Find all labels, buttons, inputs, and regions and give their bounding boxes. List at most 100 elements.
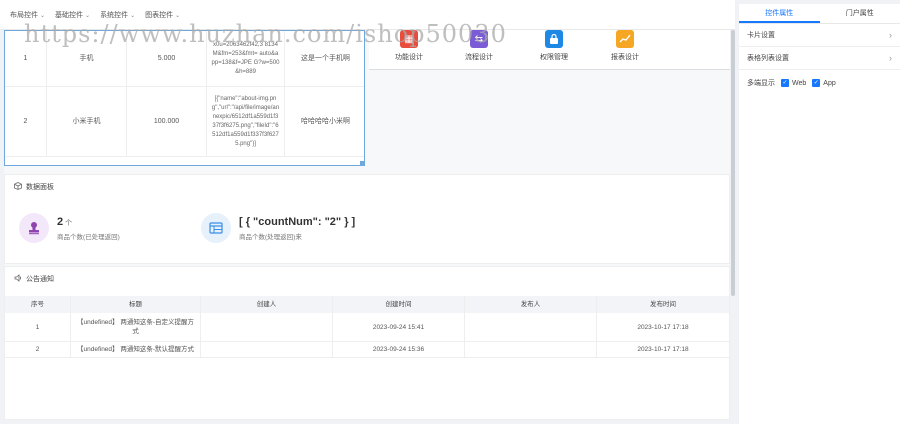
cube-icon bbox=[14, 182, 22, 192]
table-icon bbox=[201, 213, 231, 243]
row-index: 1 bbox=[5, 31, 47, 86]
table-row[interactable]: 2 【undefined】 两通知这条-默认提醒方式 2023-09-24 15… bbox=[5, 342, 729, 358]
platform-display: 多端显示 ✓ Web ✓ App bbox=[739, 70, 900, 96]
chevron-right-icon: › bbox=[889, 53, 892, 63]
menu-label: 布局控件 bbox=[10, 12, 38, 19]
quick-link-permission[interactable]: 权限管理 bbox=[524, 30, 584, 62]
property-tabs: 控件属性 门户属性 bbox=[739, 4, 900, 24]
design-canvas: 1 手机 5.000 x0u=2063462f42,3 8134M&fm=253… bbox=[4, 30, 730, 420]
quick-link-label: 功能设计 bbox=[395, 54, 423, 61]
menu-label: 图表控件 bbox=[145, 12, 174, 19]
column-header: 创建时间 bbox=[333, 296, 465, 313]
quick-link-report-design[interactable]: 报表设计 bbox=[595, 30, 655, 62]
chevron-right-icon: › bbox=[889, 30, 892, 40]
row-index: 2 bbox=[5, 342, 71, 357]
product-table[interactable]: 1 手机 5.000 x0u=2063462f42,3 8134M&fm=253… bbox=[4, 30, 365, 166]
menu-system-controls[interactable]: 系统控件 ⌄ bbox=[100, 10, 135, 20]
notice-publisher bbox=[465, 342, 597, 357]
stat-desc: 商品个数(处理返回)来 bbox=[239, 233, 302, 241]
stat-unit: 个 bbox=[65, 219, 73, 227]
table-row[interactable]: 1 【undefined】 两通知这条-自定义提醒方式 2023-09-24 1… bbox=[5, 313, 729, 342]
stat-value: [ { "countNum": "2" } ] bbox=[239, 215, 356, 228]
quick-link-flow-design[interactable]: ⇆ 流程设计 bbox=[449, 30, 509, 62]
column-header: 发布人 bbox=[465, 296, 597, 313]
chevron-down-icon: ⌄ bbox=[130, 12, 136, 19]
row-index: 2 bbox=[5, 87, 47, 156]
row-label: 表格列表设置 bbox=[747, 55, 789, 62]
notice-created: 2023-09-24 15:36 bbox=[333, 342, 465, 357]
card-settings-row[interactable]: 卡片设置 › bbox=[739, 24, 900, 47]
table-list-settings-row[interactable]: 表格列表设置 › bbox=[739, 47, 900, 70]
canvas-scrollbar[interactable] bbox=[731, 30, 735, 296]
platform-label: 多端显示 bbox=[747, 80, 775, 87]
check-icon: ✓ bbox=[812, 79, 821, 87]
product-desc: 哈哈哈哈小米啊 bbox=[301, 118, 350, 125]
stat-value: 2 bbox=[57, 215, 64, 228]
notice-title[interactable]: 【undefined】 两通知这条-自定义提醒方式 bbox=[71, 313, 201, 341]
check-icon: ✓ bbox=[781, 79, 789, 87]
panel-title-text: 公告通知 bbox=[26, 276, 54, 283]
panel-title: 数据面板 bbox=[14, 182, 54, 192]
stamp-icon bbox=[19, 213, 49, 243]
chevron-down-icon: ⌄ bbox=[85, 12, 91, 19]
notice-creator bbox=[201, 342, 333, 357]
control-menu: 布局控件 ⌄ 基础控件 ⌄ 系统控件 ⌄ 图表控件 ⌄ bbox=[10, 10, 180, 20]
column-header: 创建人 bbox=[201, 296, 333, 313]
web-checkbox[interactable]: ✓ Web bbox=[781, 79, 806, 87]
function-design-icon: ▦ bbox=[400, 30, 418, 48]
notice-created: 2023-09-24 15:41 bbox=[333, 313, 465, 341]
stat-item: [ { "countNum": "2" } ] 商品个数(处理返回)来 bbox=[201, 213, 355, 243]
column-header: 发布时间 bbox=[650, 301, 676, 308]
product-desc: 这是一个手机啊 bbox=[301, 55, 350, 62]
menu-layout-controls[interactable]: 布局控件 ⌄ bbox=[10, 10, 45, 20]
notice-published: 2023-10-17 17:18 bbox=[637, 323, 689, 331]
table-row[interactable]: 2 小米手机 100.000 [{"name":"about-img.png",… bbox=[5, 87, 364, 157]
product-price: 100.000 bbox=[127, 87, 207, 156]
property-panel: 控件属性 门户属性 卡片设置 › 表格列表设置 › 多端显示 ✓ Web ✓ App bbox=[739, 4, 900, 424]
stat-desc: 商品个数(已处理返回) bbox=[57, 233, 120, 241]
quick-link-label: 流程设计 bbox=[465, 54, 493, 61]
tab-control-properties[interactable]: 控件属性 bbox=[739, 4, 820, 23]
notice-panel[interactable]: 公告通知 序号 标题 创建人 创建时间 发布人 发布时间 1 【undefine… bbox=[4, 266, 730, 420]
menu-label: 基础控件 bbox=[55, 12, 84, 19]
data-panel[interactable]: 数据面板 2个 商品个数(已处理返回) [ { "countNum": "2" … bbox=[4, 174, 730, 264]
notice-published: 2023-10-17 17:18 bbox=[637, 346, 689, 353]
checkbox-label: Web bbox=[792, 79, 807, 87]
notice-creator bbox=[201, 313, 333, 341]
chart-icon bbox=[616, 30, 634, 48]
quick-link-function-design[interactable]: ▦ 功能设计 bbox=[379, 30, 439, 62]
checkbox-label: App bbox=[823, 79, 836, 87]
top-toolbar: 布局控件 ⌄ 基础控件 ⌄ 系统控件 ⌄ 图表控件 ⌄ bbox=[0, 0, 735, 30]
column-header: 标题 bbox=[71, 296, 201, 313]
panel-title-text: 数据面板 bbox=[26, 184, 54, 191]
notice-publisher bbox=[465, 313, 597, 341]
menu-chart-controls[interactable]: 图表控件 ⌄ bbox=[145, 10, 180, 20]
stat-item: 2个 商品个数(已处理返回) bbox=[19, 213, 120, 243]
product-name: 手机 bbox=[47, 31, 127, 86]
tab-portal-properties[interactable]: 门户属性 bbox=[820, 4, 900, 23]
row-label: 卡片设置 bbox=[747, 32, 775, 39]
resize-handle[interactable] bbox=[360, 161, 364, 165]
lock-icon bbox=[545, 30, 563, 48]
chevron-down-icon: ⌄ bbox=[40, 12, 46, 19]
speaker-icon bbox=[14, 274, 22, 284]
product-name: 小米手机 bbox=[47, 87, 127, 156]
product-image-json: x0u=2063462f42,3 8134M&fm=253&fmt= auto&… bbox=[207, 31, 285, 86]
quick-link-label: 报表设计 bbox=[611, 54, 639, 61]
product-price: 5.000 bbox=[127, 31, 207, 86]
flow-design-icon: ⇆ bbox=[470, 30, 488, 48]
chevron-down-icon: ⌄ bbox=[175, 12, 181, 19]
table-row[interactable]: 1 手机 5.000 x0u=2063462f42,3 8134M&fm=253… bbox=[5, 31, 364, 87]
notice-title[interactable]: 【undefined】 两通知这条-默认提醒方式 bbox=[71, 342, 201, 357]
menu-basic-controls[interactable]: 基础控件 ⌄ bbox=[55, 10, 90, 20]
table-header: 序号 标题 创建人 创建时间 发布人 发布时间 bbox=[5, 296, 729, 313]
menu-label: 系统控件 bbox=[100, 12, 129, 19]
quick-links: ▦ 功能设计 ⇆ 流程设计 权限管理 报表设计 bbox=[369, 30, 730, 70]
column-header: 序号 bbox=[5, 296, 71, 313]
quick-link-label: 权限管理 bbox=[540, 54, 568, 61]
product-image-json: [{"name":"about-img.png","url":"/api/fil… bbox=[207, 87, 285, 156]
notice-table: 序号 标题 创建人 创建时间 发布人 发布时间 1 【undefined】 两通… bbox=[5, 296, 729, 358]
app-checkbox[interactable]: ✓ App bbox=[812, 79, 836, 87]
row-index: 1 bbox=[5, 313, 71, 341]
panel-title: 公告通知 bbox=[14, 274, 54, 284]
